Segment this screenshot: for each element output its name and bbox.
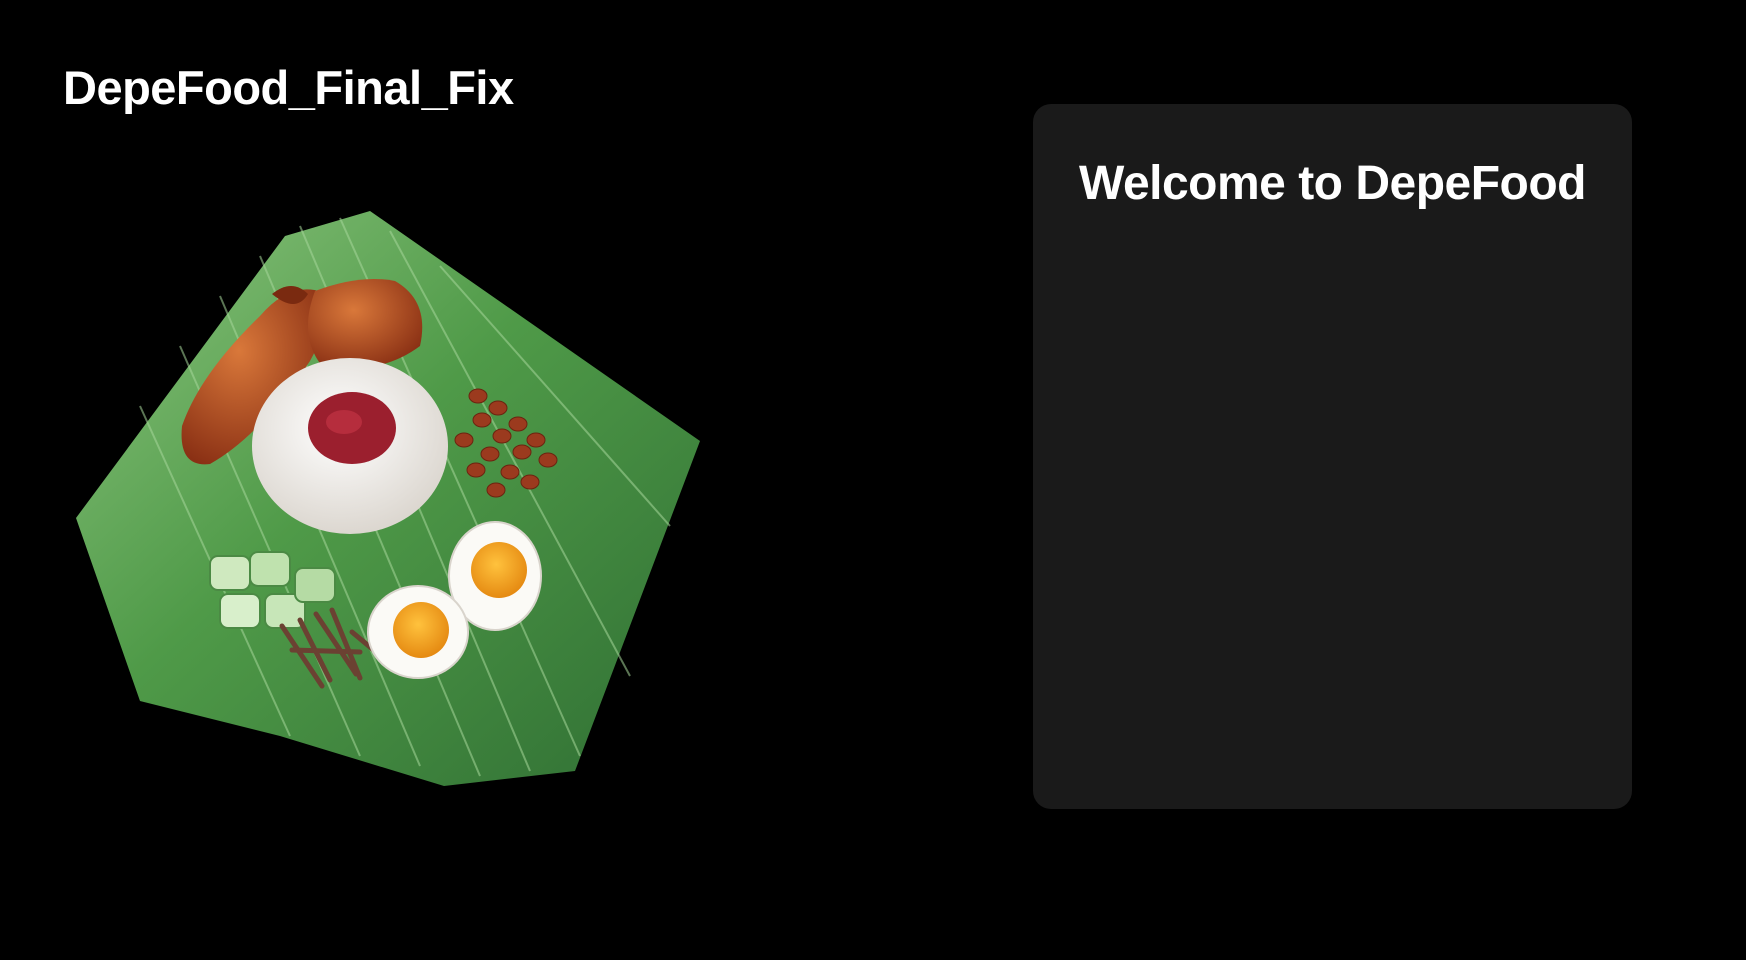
welcome-heading: Welcome to DepeFood — [1079, 157, 1587, 210]
nasi-lemak-illustration — [60, 196, 720, 796]
rice-dome — [252, 358, 448, 534]
welcome-card: Welcome to DepeFood — [1033, 104, 1632, 809]
app-title: DepeFood_Final_Fix — [63, 61, 514, 114]
